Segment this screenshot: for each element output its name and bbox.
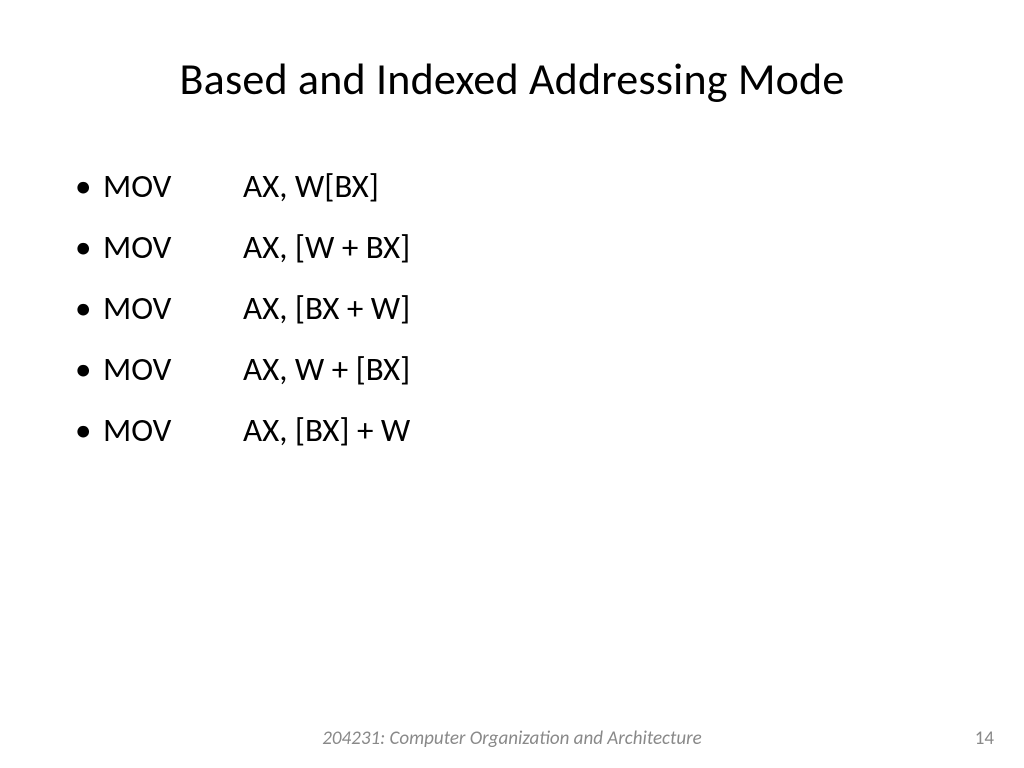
bullet-text: MOV AX, [BX] + W <box>103 400 410 461</box>
bullet-marker: • <box>75 156 103 217</box>
instruction-mnemonic: MOV <box>103 156 243 217</box>
bullet-text: MOV AX, [BX + W] <box>103 278 410 339</box>
instruction-mnemonic: MOV <box>103 339 243 400</box>
bullet-text: MOV AX, W[BX] <box>103 156 379 217</box>
instruction-mnemonic: MOV <box>103 278 243 339</box>
bullet-marker: • <box>75 278 103 339</box>
bullet-list: • MOV AX, W[BX] • MOV AX, [W + BX] • MOV… <box>0 136 1024 461</box>
bullet-item: • MOV AX, W + [BX] <box>75 339 964 400</box>
bullet-item: • MOV AX, [W + BX] <box>75 217 964 278</box>
instruction-mnemonic: MOV <box>103 400 243 461</box>
instruction-operands: AX, W[BX] <box>243 156 379 217</box>
bullet-item: • MOV AX, [BX] + W <box>75 400 964 461</box>
instruction-operands: AX, [BX] + W <box>243 400 410 461</box>
footer-text: 204231: Computer Organization and Archit… <box>322 727 701 750</box>
instruction-mnemonic: MOV <box>103 217 243 278</box>
slide-footer: 204231: Computer Organization and Archit… <box>0 727 1024 750</box>
bullet-item: • MOV AX, W[BX] <box>75 156 964 217</box>
bullet-item: • MOV AX, [BX + W] <box>75 278 964 339</box>
page-number: 14 <box>975 727 994 750</box>
bullet-marker: • <box>75 400 103 461</box>
instruction-operands: AX, [W + BX] <box>243 217 410 278</box>
bullet-text: MOV AX, [W + BX] <box>103 217 410 278</box>
bullet-text: MOV AX, W + [BX] <box>103 339 410 400</box>
instruction-operands: AX, [BX + W] <box>243 278 410 339</box>
slide-title: Based and Indexed Addressing Mode <box>0 0 1024 136</box>
bullet-marker: • <box>75 339 103 400</box>
bullet-marker: • <box>75 217 103 278</box>
instruction-operands: AX, W + [BX] <box>243 339 410 400</box>
